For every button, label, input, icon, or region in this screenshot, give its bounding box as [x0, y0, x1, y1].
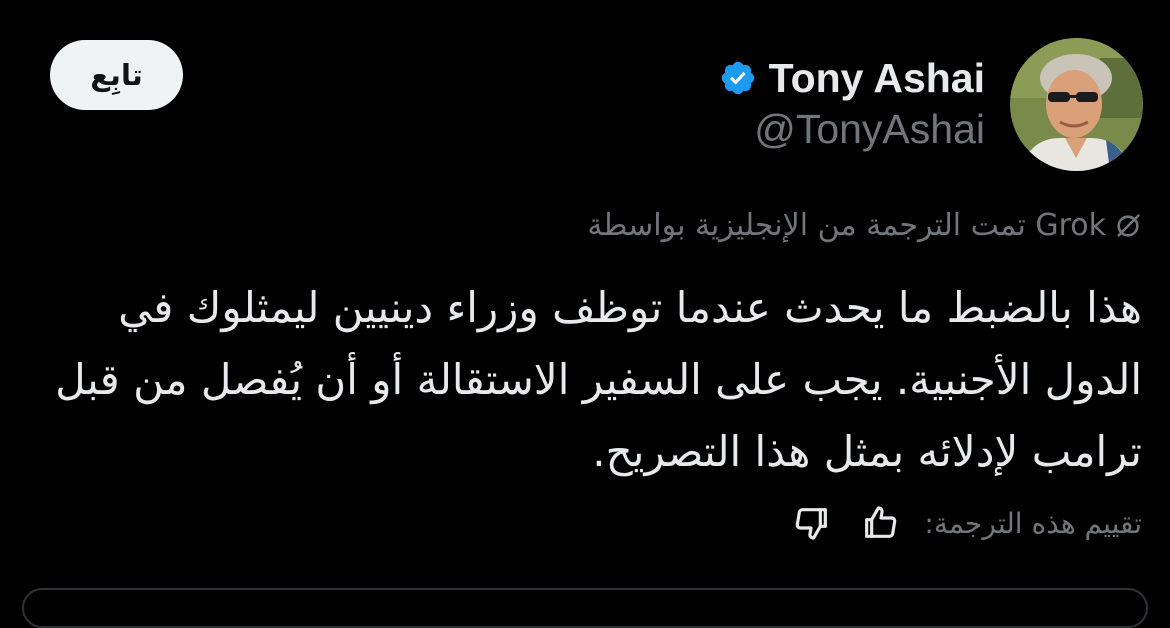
avatar[interactable] [1010, 38, 1143, 171]
rate-translation-label: تقييم هذه الترجمة: [924, 506, 1142, 540]
thumbs-up-icon [865, 506, 897, 538]
translation-note-text: تمت الترجمة من الإنجليزية بواسطة Grok [587, 208, 1106, 243]
follow-button[interactable]: تابِع [50, 40, 183, 110]
rate-translation-row: تقييم هذه الترجمة: [788, 497, 1142, 549]
thumbs-down-button[interactable] [788, 499, 836, 547]
verified-badge-icon [719, 59, 757, 97]
thumbs-down-icon [796, 508, 828, 540]
tweet-text: هذا بالضبط ما يحدث عندما توظف وزراء ديني… [55, 283, 1142, 476]
grok-icon [1114, 212, 1142, 240]
avatar-image [1010, 38, 1143, 171]
user-name-row: Tony Ashai [719, 48, 985, 108]
thumbs-up-button[interactable] [856, 499, 904, 547]
user-handle[interactable]: @TonyAshai [754, 106, 985, 153]
translation-note: تمت الترجمة من الإنجليزية بواسطة Grok [587, 208, 1142, 243]
quoted-card-edge [22, 588, 1148, 628]
display-name[interactable]: Tony Ashai [769, 55, 985, 102]
